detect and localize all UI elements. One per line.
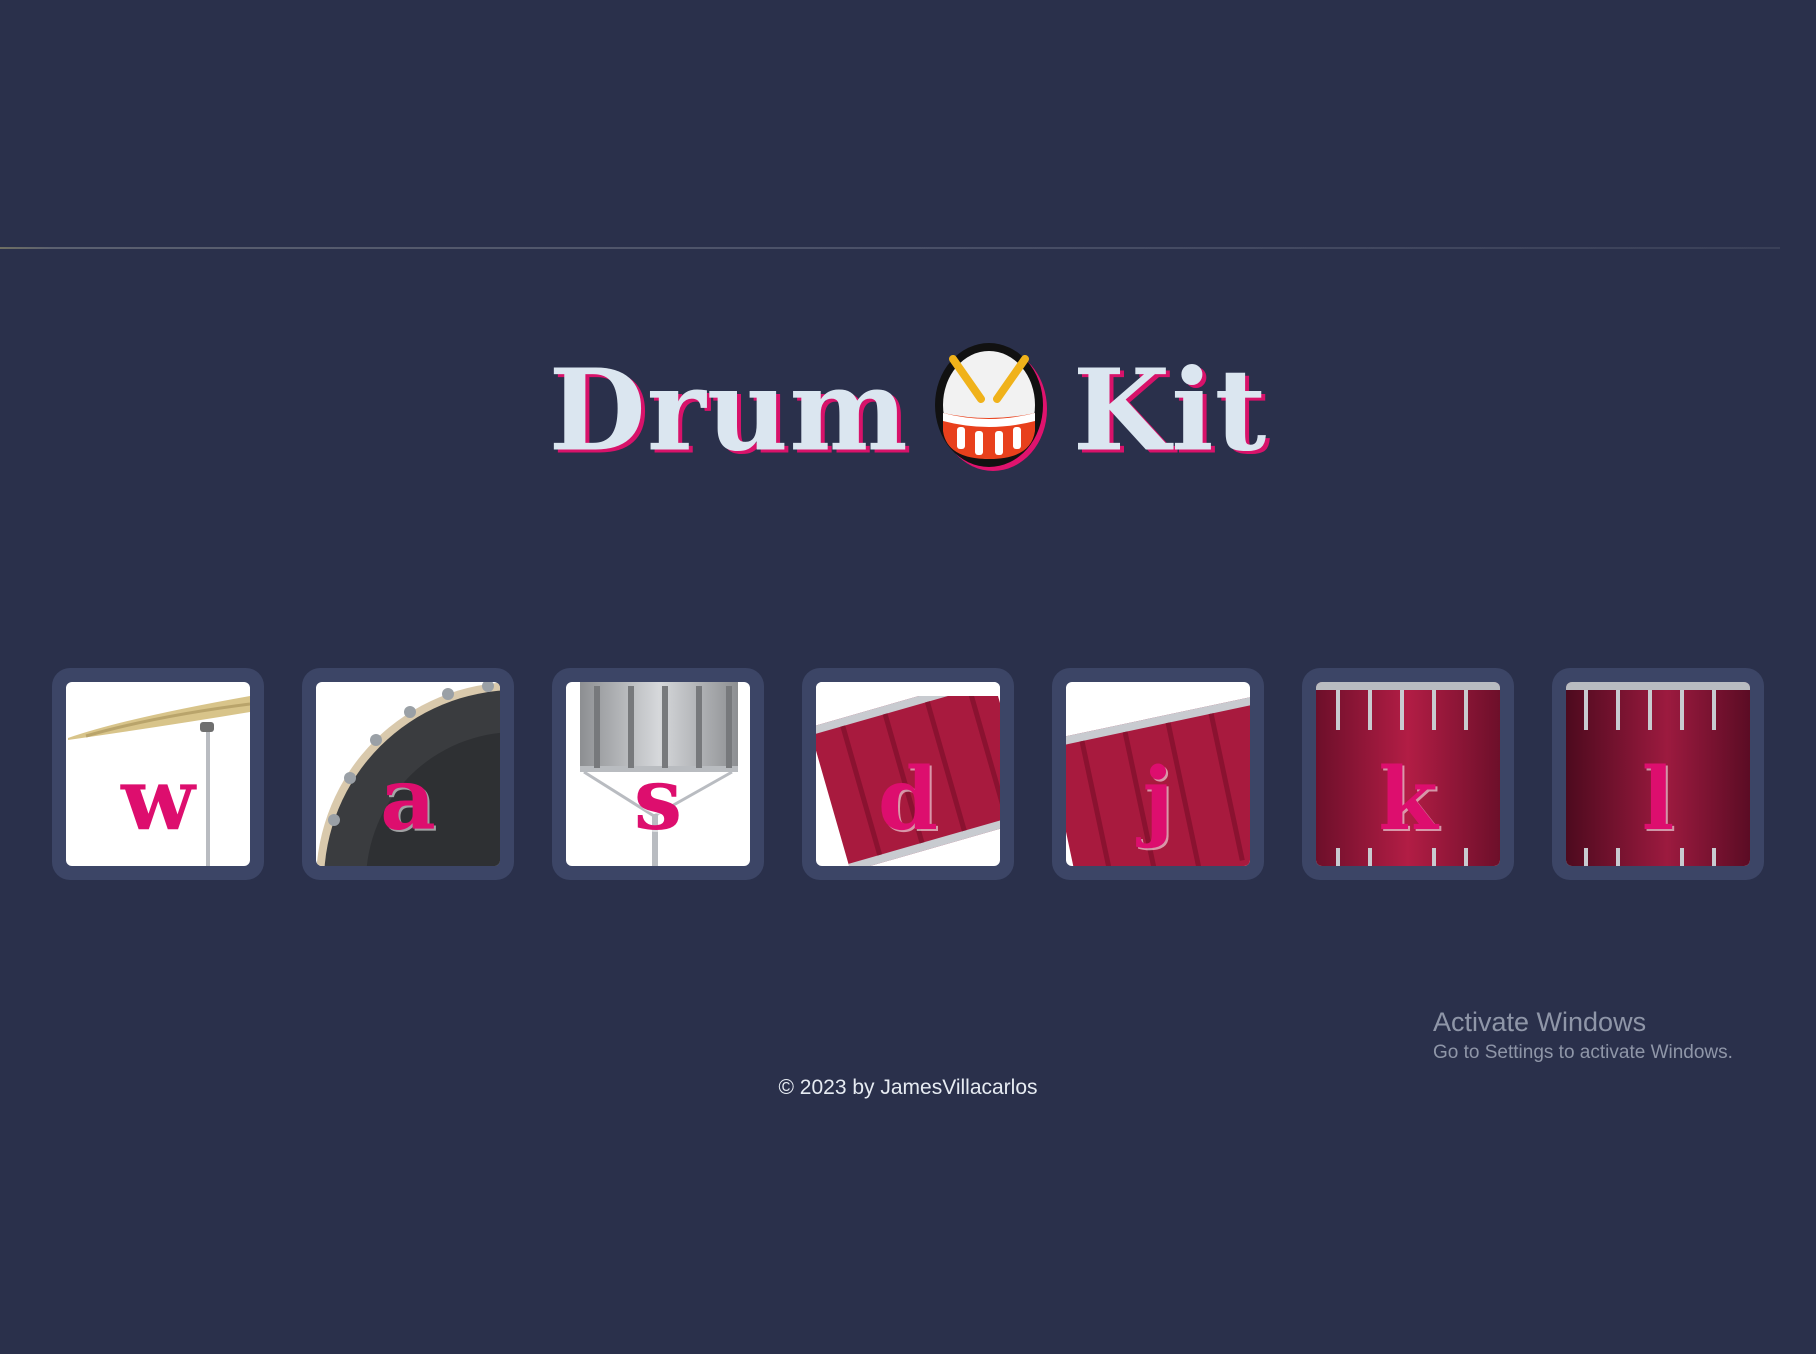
pad-face: w <box>66 682 250 866</box>
pad-face: l <box>1566 682 1750 866</box>
page-title: Drum Kit <box>0 328 1816 487</box>
drum-pad-s[interactable]: s <box>552 668 764 880</box>
pad-key-label: w <box>120 749 196 850</box>
drum-pad-j[interactable]: j <box>1052 668 1264 880</box>
top-divider <box>0 247 1780 249</box>
drum-kit: w a s d j k l <box>52 668 1764 880</box>
drum-pad-l[interactable]: l <box>1552 668 1764 880</box>
pad-key-label: a <box>380 749 436 850</box>
pad-face: j <box>1066 682 1250 866</box>
title-word-kit: Kit <box>1072 345 1268 477</box>
pad-key-label: l <box>1641 749 1675 850</box>
pad-face: k <box>1316 682 1500 866</box>
drum-pad-d[interactable]: d <box>802 668 1014 880</box>
activate-windows-watermark: Activate Windows Go to Settings to activ… <box>1433 1004 1733 1066</box>
pad-face: a <box>316 682 500 866</box>
drum-emoji-icon <box>931 341 1051 471</box>
pad-face: s <box>566 682 750 866</box>
pad-key-label: d <box>877 749 939 850</box>
drum-pad-w[interactable]: w <box>52 668 264 880</box>
footer-copyright: © 2023 by JamesVillacarlos <box>778 1076 1038 1099</box>
pad-face: d <box>816 682 1000 866</box>
drum-pad-a[interactable]: a <box>302 668 514 880</box>
watermark-subtitle: Go to Settings to activate Windows. <box>1433 1042 1733 1063</box>
pad-key-label: s <box>633 749 683 850</box>
title-word-drum: Drum <box>548 345 909 477</box>
pad-key-label: k <box>1378 749 1438 850</box>
pad-key-label: j <box>1142 749 1174 850</box>
watermark-title: Activate Windows <box>1433 1007 1647 1037</box>
drum-pad-k[interactable]: k <box>1302 668 1514 880</box>
